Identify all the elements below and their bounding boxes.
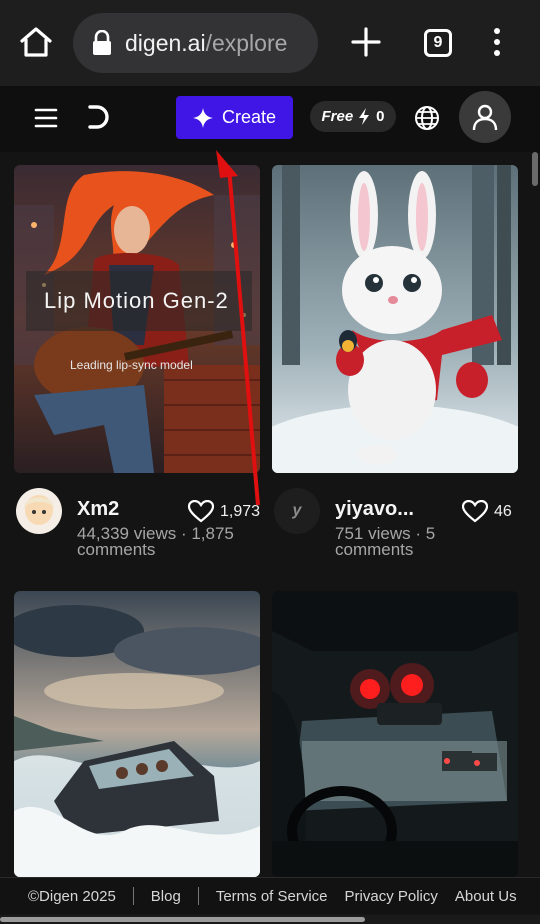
car-waves-image	[14, 591, 260, 877]
feed-card[interactable]: Lip Motion Gen-2 Leading lip-sync model …	[14, 165, 260, 583]
create-button[interactable]: Create	[176, 96, 293, 139]
browser-toolbar: digen.ai/explore 9	[0, 0, 540, 86]
heart-icon	[462, 500, 488, 523]
sparkle-icon	[192, 107, 213, 128]
digen-logo[interactable]	[86, 103, 110, 131]
footer-link-terms[interactable]: Terms of Service	[216, 888, 328, 905]
credits-plan-label: Free	[321, 108, 354, 125]
view-comment-stats: 751 views · 5 comments	[335, 524, 436, 559]
heart-icon	[188, 500, 214, 523]
home-icon[interactable]	[18, 24, 54, 60]
card-thumbnail[interactable]	[272, 591, 518, 877]
vertical-scrollbar[interactable]	[532, 152, 538, 186]
footer-link-about[interactable]: About Us	[455, 888, 517, 905]
horizontal-scrollbar[interactable]	[0, 917, 365, 922]
promo-title: Lip Motion Gen-2	[44, 288, 229, 313]
plus-icon[interactable]	[350, 26, 382, 58]
tab-switcher-button[interactable]: 9	[424, 29, 452, 57]
footer-link-blog[interactable]: Blog	[151, 888, 181, 905]
lock-icon	[93, 30, 111, 55]
credits-badge[interactable]: Free 0	[310, 101, 396, 132]
url-host: digen.ai	[125, 29, 206, 56]
feed-card[interactable]: y yiyavo... 46 751 views · 5 comments	[272, 165, 518, 583]
url-path: /explore	[205, 29, 288, 56]
page: digen.ai/explore 9 Create Free 0 Lip Mot…	[0, 0, 540, 924]
promo-subtitle: Leading lip-sync model	[70, 358, 193, 372]
site-footer: ©Digen 2025 Blog Terms of Service Privac…	[0, 877, 540, 914]
card-thumbnail[interactable]: Lip Motion Gen-2 Leading lip-sync model	[14, 165, 260, 473]
author-avatar[interactable]	[16, 488, 62, 534]
bunny-image	[272, 165, 518, 473]
car-interior-image	[272, 591, 518, 877]
author-name[interactable]: Xm2	[77, 498, 119, 521]
card-thumbnail[interactable]	[272, 165, 518, 473]
view-comment-stats: 44,339 views · 1,875 comments	[77, 524, 234, 559]
footer-divider	[197, 887, 199, 905]
user-icon	[472, 104, 498, 131]
horizontal-scrollbar-track	[0, 915, 540, 924]
footer-divider	[132, 887, 134, 905]
card-meta: y yiyavo... 46 751 views · 5 comments	[272, 473, 518, 583]
address-bar[interactable]: digen.ai/explore	[73, 13, 318, 73]
card-meta: Xm2 1,973 44,339 views · 1,875 comments	[14, 473, 260, 583]
like-count-value: 46	[494, 502, 512, 520]
feed-card[interactable]	[272, 591, 518, 877]
footer-copyright: ©Digen 2025	[28, 887, 116, 905]
app-header: Create Free 0	[0, 86, 540, 152]
like-count-value: 1,973	[220, 502, 261, 520]
lightning-icon	[359, 108, 370, 125]
feed-card[interactable]	[14, 591, 260, 877]
like-count[interactable]: 46	[462, 500, 512, 523]
create-button-label: Create	[221, 107, 277, 127]
hamburger-menu-icon[interactable]	[34, 106, 58, 130]
globe-icon[interactable]	[414, 105, 440, 131]
author-avatar-image	[16, 488, 62, 534]
footer-link-privacy[interactable]: Privacy Policy	[345, 888, 438, 905]
explore-feed: Lip Motion Gen-2 Leading lip-sync model …	[0, 152, 540, 877]
author-name[interactable]: yiyavo...	[335, 498, 414, 521]
author-avatar[interactable]: y	[274, 488, 320, 534]
credits-count: 0	[376, 108, 385, 125]
user-profile-button[interactable]	[459, 91, 511, 143]
like-count[interactable]: 1,973	[188, 500, 260, 523]
more-vert-icon[interactable]	[486, 26, 508, 58]
card-thumbnail[interactable]	[14, 591, 260, 877]
